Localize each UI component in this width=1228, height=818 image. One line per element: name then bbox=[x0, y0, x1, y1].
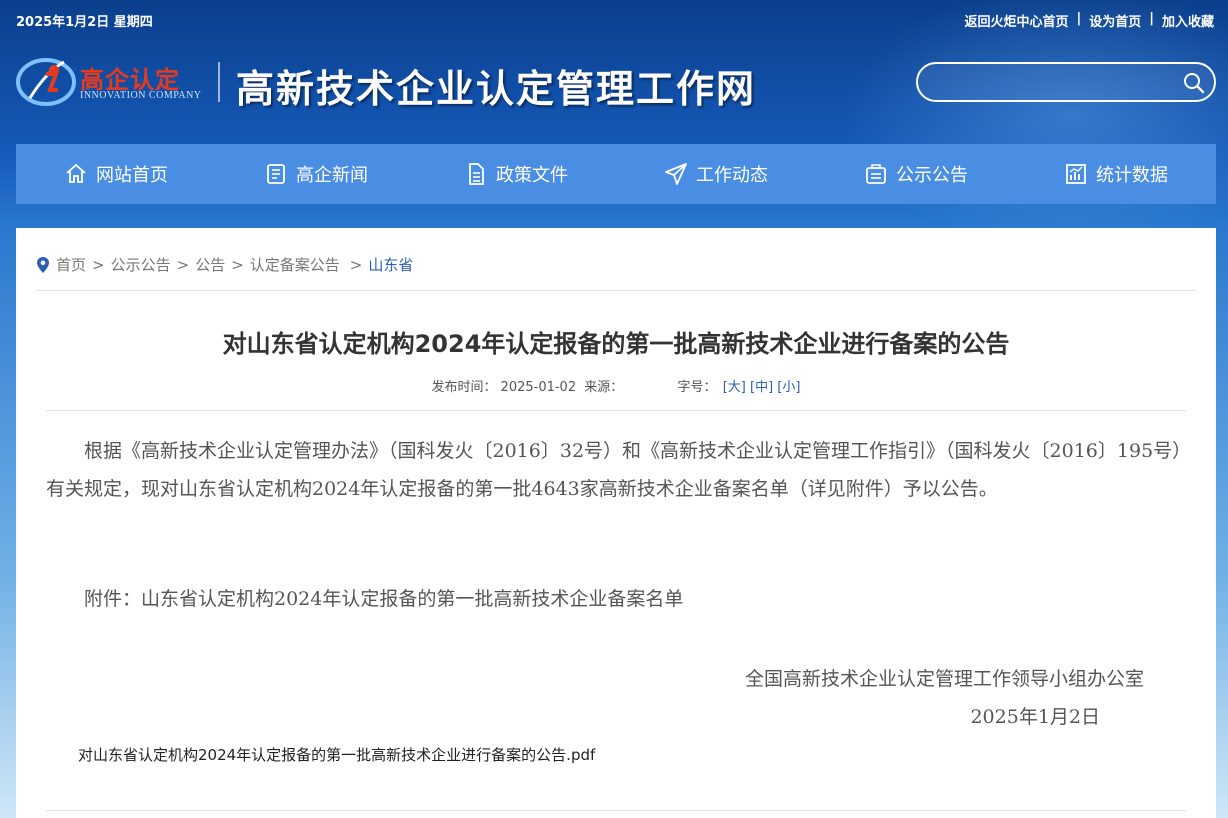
font-size-control: 字号： [大] [中] [小] bbox=[676, 380, 801, 395]
notice-icon bbox=[866, 164, 886, 184]
divider bbox=[46, 810, 1186, 811]
nav-item-statistics[interactable]: 统计数据 bbox=[1016, 144, 1216, 204]
publish-label: 发布时间： bbox=[431, 380, 497, 395]
source-label: 来源： bbox=[584, 380, 624, 395]
breadcrumb-separator: > bbox=[231, 255, 244, 274]
logo-subtext: INNOVATION COMPANY bbox=[80, 90, 202, 101]
top-links: 返回火炬中心首页 | 设为首页 | 加入收藏 bbox=[964, 11, 1214, 30]
article-body: 根据《高新技术企业认定管理办法》（国科发火〔2016〕32号）和《高新技术企业认… bbox=[46, 440, 1182, 500]
logo-divider bbox=[218, 62, 220, 102]
breadcrumb-current[interactable]: 山东省 bbox=[368, 254, 413, 275]
breadcrumb: 首页 > 公示公告 > 公告 > 认定备案公告 > 山东省 bbox=[36, 254, 413, 275]
site-logo[interactable]: 高企认定 INNOVATION COMPANY bbox=[16, 52, 216, 108]
nav-label: 统计数据 bbox=[1096, 165, 1168, 186]
nav-label: 公示公告 bbox=[896, 165, 968, 186]
breadcrumb-home[interactable]: 首页 bbox=[56, 254, 86, 275]
breadcrumb-announcement[interactable]: 公告 bbox=[195, 254, 225, 275]
link-torch-center-home[interactable]: 返回火炬中心首页 bbox=[964, 11, 1068, 30]
breadcrumb-notices[interactable]: 公示公告 bbox=[111, 254, 171, 275]
nav-item-work-news[interactable]: 工作动态 bbox=[616, 144, 816, 204]
main-nav: 网站首页 高企新闻 政策文件 工作动态 公示公告 统计数据 bbox=[16, 144, 1216, 204]
link-set-homepage[interactable]: 设为首页 bbox=[1089, 11, 1141, 30]
article-panel: 首页 > 公示公告 > 公告 > 认定备案公告 > 山东省 对山东省认定机构20… bbox=[16, 228, 1216, 818]
divider bbox=[46, 410, 1186, 411]
divider bbox=[36, 290, 1196, 291]
breadcrumb-filing[interactable]: 认定备案公告 bbox=[250, 254, 340, 275]
signature-organization: 全国高新技术企业认定管理工作领导小组办公室 bbox=[744, 668, 1144, 690]
signature-date: 2025年1月2日 bbox=[970, 706, 1100, 728]
nav-label: 网站首页 bbox=[96, 165, 168, 186]
publish-date: 2025-01-02 bbox=[500, 380, 577, 395]
home-icon bbox=[66, 163, 86, 183]
font-size-small-button[interactable]: [小] bbox=[777, 380, 800, 395]
nav-item-home[interactable]: 网站首页 bbox=[16, 144, 216, 204]
font-size-large-button[interactable]: [大] bbox=[723, 380, 746, 395]
nav-item-notice[interactable]: 公示公告 bbox=[816, 144, 1016, 204]
paper-plane-icon bbox=[665, 163, 687, 185]
font-size-medium-button[interactable]: [中] bbox=[750, 380, 773, 395]
separator: | bbox=[1076, 11, 1082, 26]
search-icon[interactable] bbox=[1182, 71, 1206, 95]
nav-item-policy[interactable]: 政策文件 bbox=[416, 144, 616, 204]
separator: | bbox=[1149, 11, 1154, 26]
attachment-note: 附件：山东省认定机构2024年认定报备的第一批高新技术企业备案名单 bbox=[84, 588, 684, 610]
chart-icon bbox=[1066, 164, 1086, 184]
search-input[interactable] bbox=[932, 70, 1172, 94]
font-size-label: 字号： bbox=[677, 380, 717, 395]
header-background-globe bbox=[820, 0, 1228, 260]
nav-label: 政策文件 bbox=[496, 165, 568, 186]
nav-label: 工作动态 bbox=[696, 165, 768, 186]
top-bar: 2025年1月2日 星期四 返回火炬中心首页 | 设为首页 | 加入收藏 bbox=[0, 0, 1228, 38]
article-meta: 发布时间： 2025-01-02 来源： 字号： [大] [中] [小] bbox=[16, 376, 1216, 395]
search-box bbox=[916, 62, 1216, 102]
pdf-attachment-link[interactable]: 对山东省认定机构2024年认定报备的第一批高新技术企业进行备案的公告.pdf bbox=[78, 744, 595, 765]
breadcrumb-separator: > bbox=[92, 255, 105, 274]
logo-emblem-icon bbox=[16, 58, 76, 106]
news-icon bbox=[267, 164, 285, 184]
document-icon bbox=[469, 163, 484, 185]
site-title: 高新技术企业认定管理工作网 bbox=[236, 66, 757, 111]
site-header: 高企认定 INNOVATION COMPANY 高新技术企业认定管理工作网 bbox=[16, 52, 796, 112]
article-title: 对山东省认定机构2024年认定报备的第一批高新技术企业进行备案的公告 bbox=[222, 330, 1010, 358]
location-pin-icon bbox=[37, 256, 49, 273]
nav-item-news[interactable]: 高企新闻 bbox=[216, 144, 416, 204]
nav-label: 高企新闻 bbox=[296, 165, 368, 186]
breadcrumb-separator: > bbox=[349, 255, 363, 274]
link-add-favorite[interactable]: 加入收藏 bbox=[1162, 11, 1214, 30]
breadcrumb-separator: > bbox=[176, 255, 190, 274]
current-date: 2025年1月2日 星期四 bbox=[16, 15, 153, 30]
